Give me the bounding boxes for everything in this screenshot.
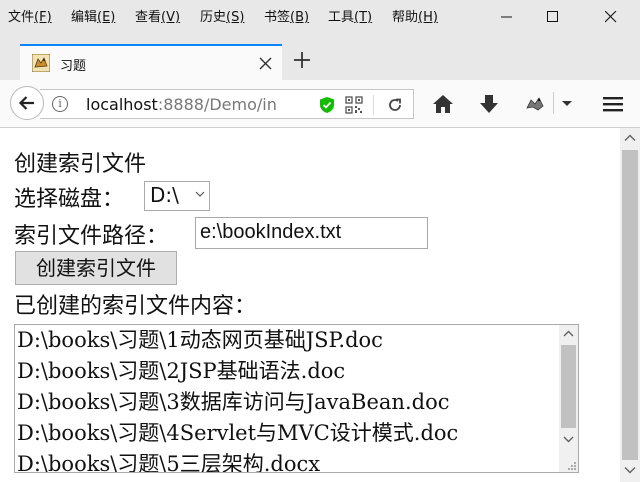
tab-exercise[interactable]: 习题 <box>20 44 282 80</box>
new-tab-button[interactable] <box>294 48 310 72</box>
extension-icon[interactable] <box>524 94 546 114</box>
url-text[interactable]: localhost:8888/Demo/in <box>86 95 281 114</box>
scroll-down-icon[interactable] <box>624 466 636 474</box>
menu-bar: 文件(F) 编辑(E) 查看(V) 历史(S) 书签(B) 工具(T) 帮助(H… <box>0 0 640 30</box>
textarea-scrollbar[interactable] <box>559 325 578 472</box>
resize-grip-icon[interactable] <box>567 461 577 471</box>
tab-strip: 习题 <box>0 36 640 80</box>
scroll-up-icon[interactable] <box>624 134 636 142</box>
home-icon[interactable] <box>432 94 454 114</box>
scroll-up-icon[interactable] <box>563 330 574 338</box>
menu-tools[interactable]: 工具(T) <box>328 6 372 25</box>
content-label: 已创建的索引文件内容： <box>14 294 257 319</box>
list-item: D:\books\习题\4Servlet与MVC设计模式.doc <box>17 421 459 445</box>
minimize-icon <box>501 16 512 18</box>
page-scrollbar[interactable] <box>620 128 640 482</box>
page-content: 创建索引文件 选择磁盘： D:\ 索引文件路径： e:\bookIndex.tx… <box>0 128 620 482</box>
chevron-down-icon[interactable] <box>560 100 574 108</box>
info-icon[interactable]: i <box>52 96 68 112</box>
path-label: 索引文件路径： <box>14 224 169 249</box>
maximize-button[interactable] <box>530 4 576 30</box>
menu-view[interactable]: 查看(V) <box>135 6 180 25</box>
tab-close-icon[interactable] <box>259 51 272 75</box>
menu-history[interactable]: 历史(S) <box>200 6 244 25</box>
menu-edit[interactable]: 编辑(E) <box>71 6 115 25</box>
scroll-down-icon[interactable] <box>563 435 574 443</box>
index-path-input[interactable]: e:\bookIndex.txt <box>195 217 428 249</box>
disk-select-value: D:\ <box>150 183 179 207</box>
tomcat-favicon-icon <box>32 54 50 72</box>
close-icon <box>605 11 617 23</box>
page-scroll-thumb[interactable] <box>622 150 638 460</box>
menu-file[interactable]: 文件(F) <box>8 6 52 25</box>
index-content-textarea[interactable]: D:\books\习题\1动态网页基础JSP.doc D:\books\习题\2… <box>14 324 579 473</box>
maximize-icon <box>547 11 558 22</box>
list-item: D:\books\习题\5三层架构.docx <box>17 452 321 473</box>
list-item: D:\books\习题\1动态网页基础JSP.doc <box>17 328 383 352</box>
hamburger-menu-icon[interactable] <box>602 94 624 114</box>
url-bar[interactable]: i localhost:8888/Demo/in <box>40 89 414 119</box>
disk-label: 选择磁盘： <box>14 187 125 212</box>
menu-bookmarks[interactable]: 书签(B) <box>264 6 309 25</box>
disk-select[interactable]: D:\ <box>144 181 210 211</box>
tracking-shield-icon[interactable] <box>318 96 336 114</box>
minimize-button[interactable] <box>484 4 530 30</box>
toolbar-separator <box>553 92 554 114</box>
back-button[interactable] <box>10 86 44 120</box>
qr-code-icon[interactable] <box>345 96 363 114</box>
tab-title: 习题 <box>60 59 87 74</box>
nav-toolbar: i localhost:8888/Demo/in <box>0 80 640 128</box>
chevron-down-icon <box>195 191 205 197</box>
textarea-lines: D:\books\习题\1动态网页基础JSP.doc D:\books\习题\2… <box>17 325 459 473</box>
browser-chrome: 文件(F) 编辑(E) 查看(V) 历史(S) 书签(B) 工具(T) 帮助(H… <box>0 0 640 128</box>
plus-icon <box>294 52 310 68</box>
create-index-button[interactable]: 创建索引文件 <box>15 251 177 285</box>
download-icon[interactable] <box>478 94 500 114</box>
list-item: D:\books\习题\3数据库访问与JavaBean.doc <box>17 390 450 414</box>
list-item: D:\books\习题\2JSP基础语法.doc <box>17 359 346 383</box>
reload-icon[interactable] <box>386 96 404 114</box>
menu-help[interactable]: 帮助(H) <box>392 6 438 25</box>
back-arrow-icon <box>18 96 34 110</box>
close-window-button[interactable] <box>588 4 634 30</box>
textarea-scroll-thumb[interactable] <box>561 345 576 428</box>
page-heading: 创建索引文件 <box>14 152 147 177</box>
urlbar-separator <box>373 95 374 115</box>
